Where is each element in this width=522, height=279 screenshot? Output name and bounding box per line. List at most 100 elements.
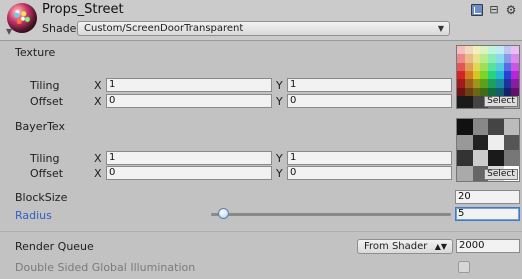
blocksize-field[interactable]: 20 <box>455 190 520 204</box>
texture-tiling-y-field[interactable]: 1 <box>287 78 452 92</box>
radius-label: Radius <box>15 209 52 222</box>
texture-offset-label: Offset <box>30 95 64 108</box>
palette-swatch <box>488 46 496 55</box>
palette-swatch <box>457 70 465 80</box>
texture-tiling-x-field[interactable]: 1 <box>106 78 272 92</box>
gear-icon[interactable]: ⚙ <box>505 4 517 16</box>
radius-slider-handle[interactable] <box>218 208 229 219</box>
palette-swatch <box>480 87 488 96</box>
shader-dropdown-value: Custom/ScreenDoorTransparent <box>84 23 244 34</box>
palette-swatch <box>503 54 512 63</box>
foldout-arrow-icon[interactable]: ▼ <box>6 27 12 36</box>
palette-swatch <box>488 54 496 63</box>
texture-tiling-label: Tiling <box>30 79 60 92</box>
palette-swatch <box>464 46 473 55</box>
palette-swatch <box>503 79 512 88</box>
texture-offset-x-field[interactable]: 0 <box>106 94 272 108</box>
bayer-tiling-y-field[interactable]: 1 <box>287 151 452 165</box>
updown-arrow-icon: ▲▼ <box>434 242 447 251</box>
palette-swatch <box>503 46 512 55</box>
bayer-cell <box>503 150 519 166</box>
palette-swatch <box>457 54 465 63</box>
palette-swatch <box>511 87 519 96</box>
palette-swatch <box>503 70 512 80</box>
material-title: Props_Street <box>42 2 124 17</box>
help-book-icon[interactable] <box>471 4 483 16</box>
texture-offset-y-label: Y <box>276 95 283 108</box>
bayer-cell <box>488 150 504 166</box>
bayer-offset-x-label: X <box>94 167 102 180</box>
palette-swatch <box>495 46 504 55</box>
bayer-cell <box>488 134 504 150</box>
palette-swatch <box>457 87 465 96</box>
palette-swatch <box>503 87 512 96</box>
shader-dropdown[interactable]: Custom/ScreenDoorTransparent ▼ <box>77 21 450 36</box>
bayer-tiling-label: Tiling <box>30 152 60 165</box>
bayer-cell <box>488 119 504 135</box>
render-queue-dropdown[interactable]: From Shader ▲▼ <box>357 239 453 254</box>
render-queue-mode: From Shader <box>364 241 428 252</box>
bayer-tiling-y-label: Y <box>276 152 283 165</box>
palette-swatch <box>511 70 519 80</box>
radius-slider-track[interactable] <box>211 213 451 216</box>
palette-swatch <box>480 54 488 63</box>
bayer-cell <box>503 134 519 150</box>
bayer-cell <box>472 119 488 135</box>
palette-swatch <box>464 70 473 80</box>
dropdown-arrow-icon: ▼ <box>437 24 444 33</box>
bayer-tiling-x-field[interactable]: 1 <box>106 151 272 165</box>
texture-tiling-y-label: Y <box>276 79 283 92</box>
palette-swatch <box>472 62 481 71</box>
palette-swatch <box>488 70 496 80</box>
palette-swatch <box>511 46 519 55</box>
color-palette-image <box>457 46 519 96</box>
palette-swatch <box>480 62 488 71</box>
palette-swatch <box>472 70 481 80</box>
palette-swatch <box>480 46 488 55</box>
bayer-tiling-x-label: X <box>94 152 102 165</box>
texture-thumbnail[interactable]: Select <box>456 45 520 109</box>
palette-swatch <box>464 54 473 63</box>
layout-icon[interactable]: ⊟ <box>488 4 500 16</box>
palette-swatch <box>457 79 465 88</box>
palette-swatch <box>488 62 496 71</box>
palette-swatch <box>495 70 504 80</box>
palette-swatch <box>464 79 473 88</box>
palette-swatch <box>457 46 465 55</box>
render-queue-field[interactable]: 2000 <box>456 239 520 253</box>
bayer-cell <box>457 165 473 181</box>
texture-offset-y-field[interactable]: 0 <box>287 94 452 108</box>
texture-label: Texture <box>15 46 56 59</box>
bayer-cell <box>457 134 473 150</box>
palette-swatch <box>464 62 473 71</box>
texture-select-button[interactable]: Select <box>484 96 518 107</box>
palette-swatch <box>472 54 481 63</box>
palette-swatch <box>472 46 481 55</box>
gi-checkbox[interactable] <box>458 261 470 273</box>
palette-swatch <box>480 79 488 88</box>
shader-label: Shader <box>42 22 81 35</box>
gi-label: Double Sided Global Illumination <box>15 261 196 274</box>
radius-field[interactable]: 5 <box>455 207 520 221</box>
bayer-cell <box>503 119 519 135</box>
bayer-select-button[interactable]: Select <box>484 169 518 180</box>
texture-offset-x-label: X <box>94 95 102 108</box>
palette-swatch <box>464 87 473 96</box>
bayer-label: BayerTex <box>15 120 66 133</box>
palette-swatch <box>511 62 519 71</box>
blocksize-label: BlockSize <box>15 191 68 204</box>
palette-swatch <box>457 62 465 71</box>
palette-swatch <box>511 54 519 63</box>
texture-tiling-x-label: X <box>94 79 102 92</box>
bayer-cell <box>457 119 473 135</box>
palette-swatch <box>495 87 504 96</box>
palette-swatch <box>488 87 496 96</box>
bayer-offset-y-field[interactable]: 0 <box>287 166 452 180</box>
bayer-thumbnail[interactable]: Select <box>456 118 520 182</box>
palette-swatch <box>480 70 488 80</box>
bayer-offset-x-field[interactable]: 0 <box>106 166 272 180</box>
bayer-cell <box>472 150 488 166</box>
palette-swatch <box>511 79 519 88</box>
palette-swatch <box>472 79 481 88</box>
palette-swatch <box>503 62 512 71</box>
